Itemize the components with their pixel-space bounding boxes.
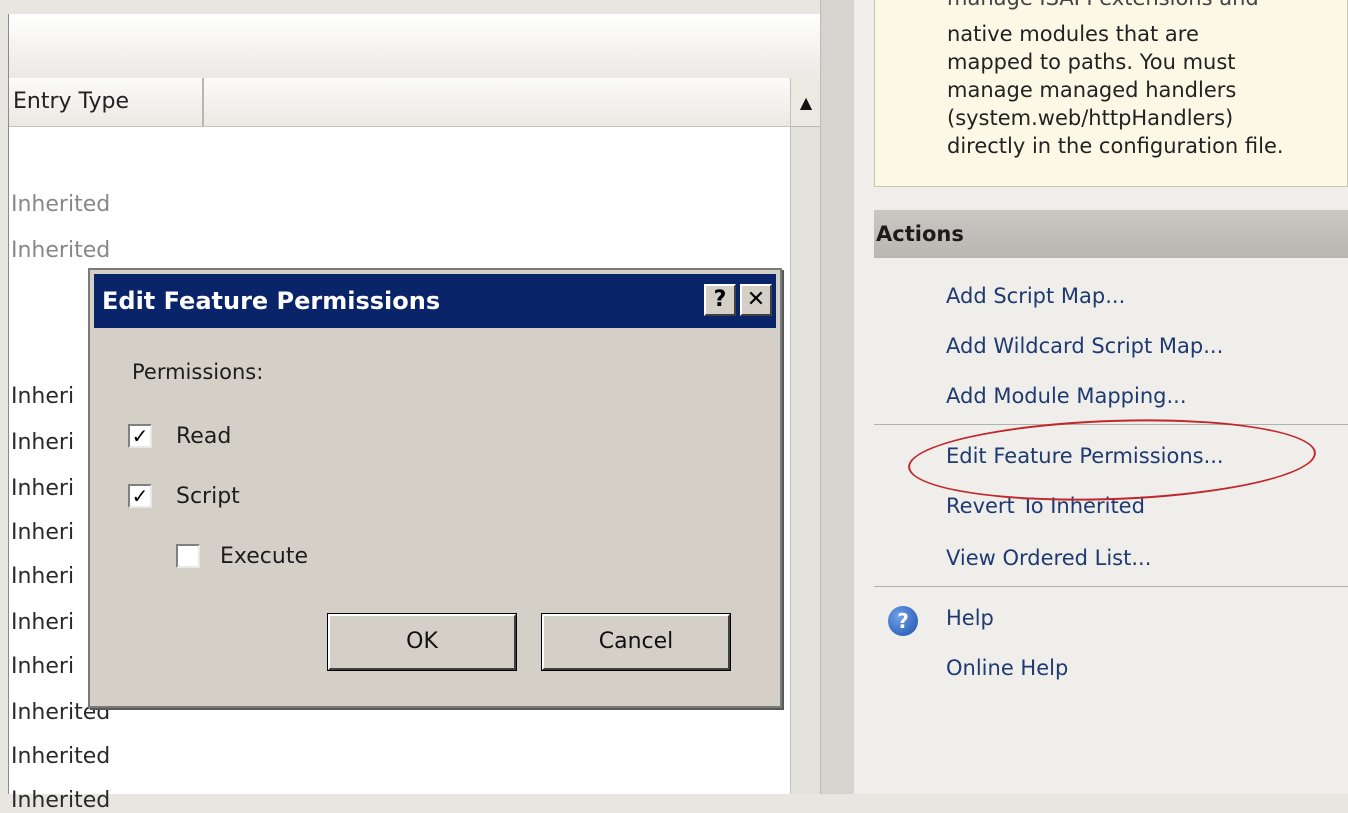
- table-row[interactable]: Inheri: [11, 610, 74, 635]
- grid-column-header-row: Entry Type: [9, 78, 791, 127]
- actions-header[interactable]: Actions: [874, 210, 1348, 258]
- actions-pane: manage ISAPI extensions and native modul…: [854, 0, 1348, 794]
- table-row[interactable]: Inherited: [11, 238, 110, 263]
- table-row[interactable]: Inherited: [11, 788, 110, 813]
- dialog-title: Edit Feature Permissions: [102, 287, 441, 315]
- table-row[interactable]: Inheri: [11, 430, 74, 455]
- table-row[interactable]: Inherited: [11, 192, 110, 217]
- scroll-up-icon[interactable]: ▲: [791, 78, 821, 127]
- help-button[interactable]: ?: [704, 284, 736, 316]
- info-line: mapped to paths. You must: [947, 50, 1236, 74]
- script-label[interactable]: Script: [176, 484, 240, 509]
- pane-splitter[interactable]: [820, 0, 855, 794]
- help-icon: ?: [888, 606, 918, 636]
- highlight-ellipse: [906, 412, 1318, 508]
- permissions-label: Permissions:: [132, 360, 264, 384]
- action-add-module-mapping[interactable]: Add Module Mapping...: [946, 384, 1187, 408]
- close-icon[interactable]: ✕: [740, 284, 772, 316]
- info-line: native modules that are: [947, 22, 1199, 46]
- edit-feature-permissions-dialog: Edit Feature Permissions ? ✕ Permissions…: [88, 268, 782, 708]
- table-row[interactable]: Inheri: [11, 654, 74, 679]
- execute-label[interactable]: Execute: [220, 544, 308, 569]
- vertical-scrollbar[interactable]: ▲: [790, 78, 821, 794]
- info-clipped-line: manage ISAPI extensions and: [947, 0, 1348, 10]
- feature-info-box: manage ISAPI extensions and native modul…: [874, 0, 1348, 187]
- table-row[interactable]: Inheri: [11, 520, 74, 545]
- action-add-script-map[interactable]: Add Script Map...: [946, 284, 1125, 308]
- info-line: manage managed handlers: [947, 78, 1237, 102]
- execute-checkbox[interactable]: [176, 544, 200, 568]
- dialog-titlebar[interactable]: Edit Feature Permissions ? ✕: [94, 274, 776, 328]
- table-row[interactable]: Inheri: [11, 564, 74, 589]
- cancel-button[interactable]: Cancel: [541, 613, 731, 671]
- read-checkbox[interactable]: ✓: [128, 424, 152, 448]
- table-row[interactable]: Inheri: [11, 384, 74, 409]
- column-header-entry-type[interactable]: Entry Type: [9, 78, 204, 126]
- table-row[interactable]: Inheri: [11, 476, 74, 501]
- script-checkbox[interactable]: ✓: [128, 484, 152, 508]
- action-add-wildcard-script-map[interactable]: Add Wildcard Script Map...: [946, 334, 1223, 358]
- info-line: (system.web/httpHandlers): [947, 106, 1234, 130]
- action-view-ordered-list[interactable]: View Ordered List...: [946, 546, 1151, 570]
- grid-toolbar: [9, 14, 821, 79]
- ok-button[interactable]: OK: [327, 613, 517, 671]
- action-online-help[interactable]: Online Help: [946, 656, 1068, 680]
- info-line: directly in the configuration file.: [947, 134, 1284, 158]
- actions-separator: [874, 586, 1348, 587]
- read-label[interactable]: Read: [176, 424, 231, 449]
- action-help[interactable]: Help: [946, 606, 994, 630]
- table-row[interactable]: Inherited: [11, 744, 110, 769]
